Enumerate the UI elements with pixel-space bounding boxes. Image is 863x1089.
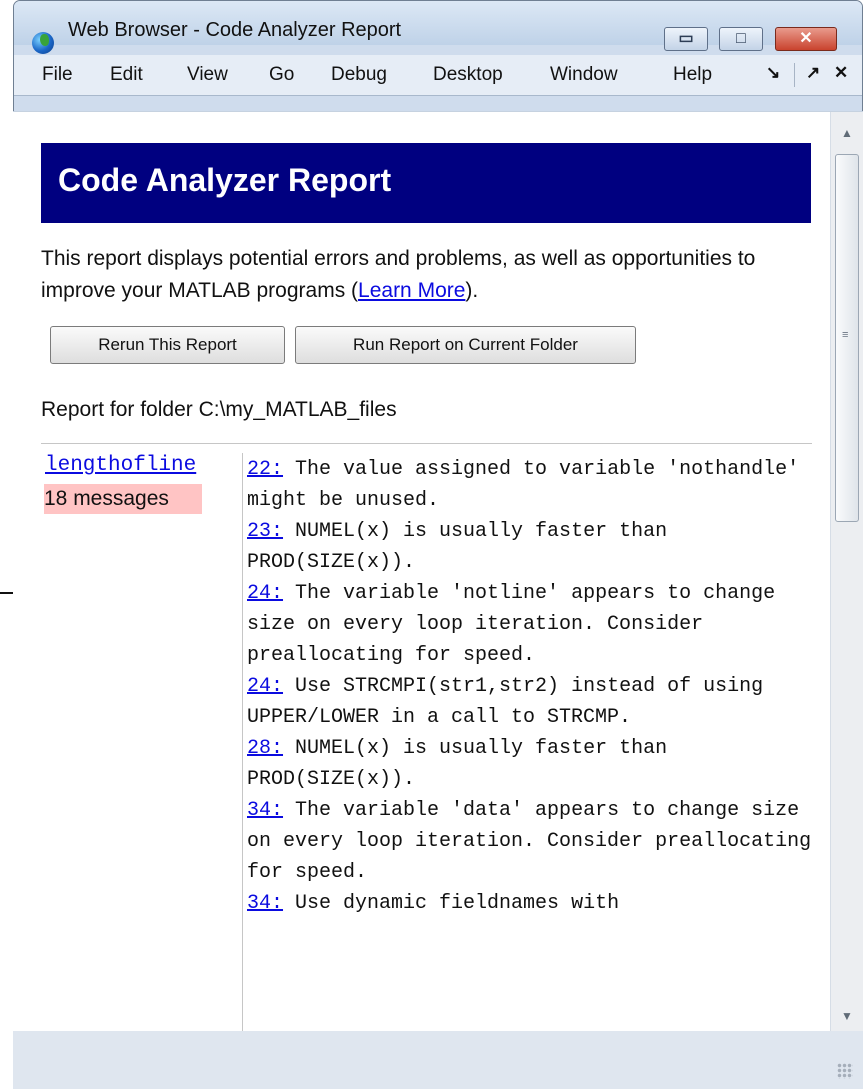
message-list: 22: The value assigned to variable 'noth… xyxy=(247,454,812,919)
vertical-scrollbar[interactable]: ▲ ≡ ▼ xyxy=(830,112,863,1031)
scroll-thumb[interactable]: ≡ xyxy=(835,154,859,522)
down-arrow-icon[interactable]: ▼ xyxy=(831,1003,863,1029)
line-link[interactable]: 28: xyxy=(247,737,283,760)
intro-end: ). xyxy=(465,279,479,302)
undock-icon[interactable]: ↘ xyxy=(766,63,780,83)
message-count-badge: 18 messages xyxy=(44,484,202,514)
message-item: 34: The variable 'data' appears to chang… xyxy=(247,795,812,888)
learn-more-link[interactable]: Learn More xyxy=(358,279,465,302)
message-text: NUMEL(x) is usually faster than PROD(SIZ… xyxy=(247,520,668,574)
grip-icon: ≡ xyxy=(842,329,849,341)
window-title: Web Browser - Code Analyzer Report xyxy=(68,19,402,41)
title-bar: Web Browser - Code Analyzer Report ▭ □ ✕ xyxy=(14,1,862,54)
report-banner: Code Analyzer Report xyxy=(41,143,811,223)
menu-bar: File Edit View Go Debug Desktop Window H… xyxy=(14,55,862,96)
menu-help[interactable]: Help xyxy=(673,64,712,86)
message-text: NUMEL(x) is usually faster than PROD(SIZ… xyxy=(247,737,668,791)
message-text: The variable 'notline' appears to change… xyxy=(247,582,776,667)
column-divider xyxy=(242,453,243,1031)
resize-grip-icon[interactable] xyxy=(837,1063,853,1079)
menu-file[interactable]: File xyxy=(42,64,73,86)
folder-label: Report for folder C:\my_MATLAB_files xyxy=(41,398,397,421)
report-intro: This report displays potential errors an… xyxy=(41,243,801,307)
message-text: Use STRCMPI(str1,str2) instead of using … xyxy=(247,675,764,729)
maximize-icon: □ xyxy=(736,30,746,47)
message-text: The value assigned to variable 'nothandl… xyxy=(247,458,800,512)
line-link[interactable]: 23: xyxy=(247,520,283,543)
close-icon: ✕ xyxy=(799,30,813,47)
menu-edit[interactable]: Edit xyxy=(110,64,143,86)
line-link[interactable]: 34: xyxy=(247,892,283,915)
line-link[interactable]: 22: xyxy=(247,458,283,481)
file-link[interactable]: lengthofline xyxy=(45,454,196,477)
message-text: The variable 'data' appears to change si… xyxy=(247,799,812,884)
menu-view[interactable]: View xyxy=(187,64,228,86)
menu-window[interactable]: Window xyxy=(550,64,618,86)
message-text: Use dynamic fieldnames with xyxy=(283,892,620,915)
minimize-icon: ▭ xyxy=(678,30,694,47)
restore-icon[interactable]: ↗ xyxy=(806,63,820,83)
run-folder-report-button[interactable]: Run Report on Current Folder xyxy=(295,326,636,364)
close-doc-icon[interactable]: ✕ xyxy=(834,63,848,83)
report-viewport: Code Analyzer Report This report display… xyxy=(13,111,863,1033)
table-divider xyxy=(41,443,812,444)
menu-separator xyxy=(794,63,795,87)
message-item: 22: The value assigned to variable 'noth… xyxy=(247,454,812,516)
menu-go[interactable]: Go xyxy=(269,64,294,86)
line-link[interactable]: 24: xyxy=(247,675,283,698)
minimize-button[interactable]: ▭ xyxy=(664,27,708,51)
message-item: 28: NUMEL(x) is usually faster than PROD… xyxy=(247,733,812,795)
maximize-button[interactable]: □ xyxy=(719,27,763,51)
menu-debug[interactable]: Debug xyxy=(331,64,387,86)
message-item: 24: The variable 'notline' appears to ch… xyxy=(247,578,812,671)
message-item: 23: NUMEL(x) is usually faster than PROD… xyxy=(247,516,812,578)
message-item: 24: Use STRCMPI(str1,str2) instead of us… xyxy=(247,671,812,733)
message-item: 34: Use dynamic fieldnames with xyxy=(247,888,812,919)
line-link[interactable]: 34: xyxy=(247,799,283,822)
globe-icon xyxy=(32,32,54,54)
rerun-report-button[interactable]: Rerun This Report xyxy=(50,326,285,364)
up-arrow-icon[interactable]: ▲ xyxy=(831,120,863,146)
close-button[interactable]: ✕ xyxy=(775,27,837,51)
report-heading: Code Analyzer Report xyxy=(58,162,392,198)
line-link[interactable]: 24: xyxy=(247,582,283,605)
menu-desktop[interactable]: Desktop xyxy=(433,64,503,86)
status-bar xyxy=(13,1031,863,1089)
